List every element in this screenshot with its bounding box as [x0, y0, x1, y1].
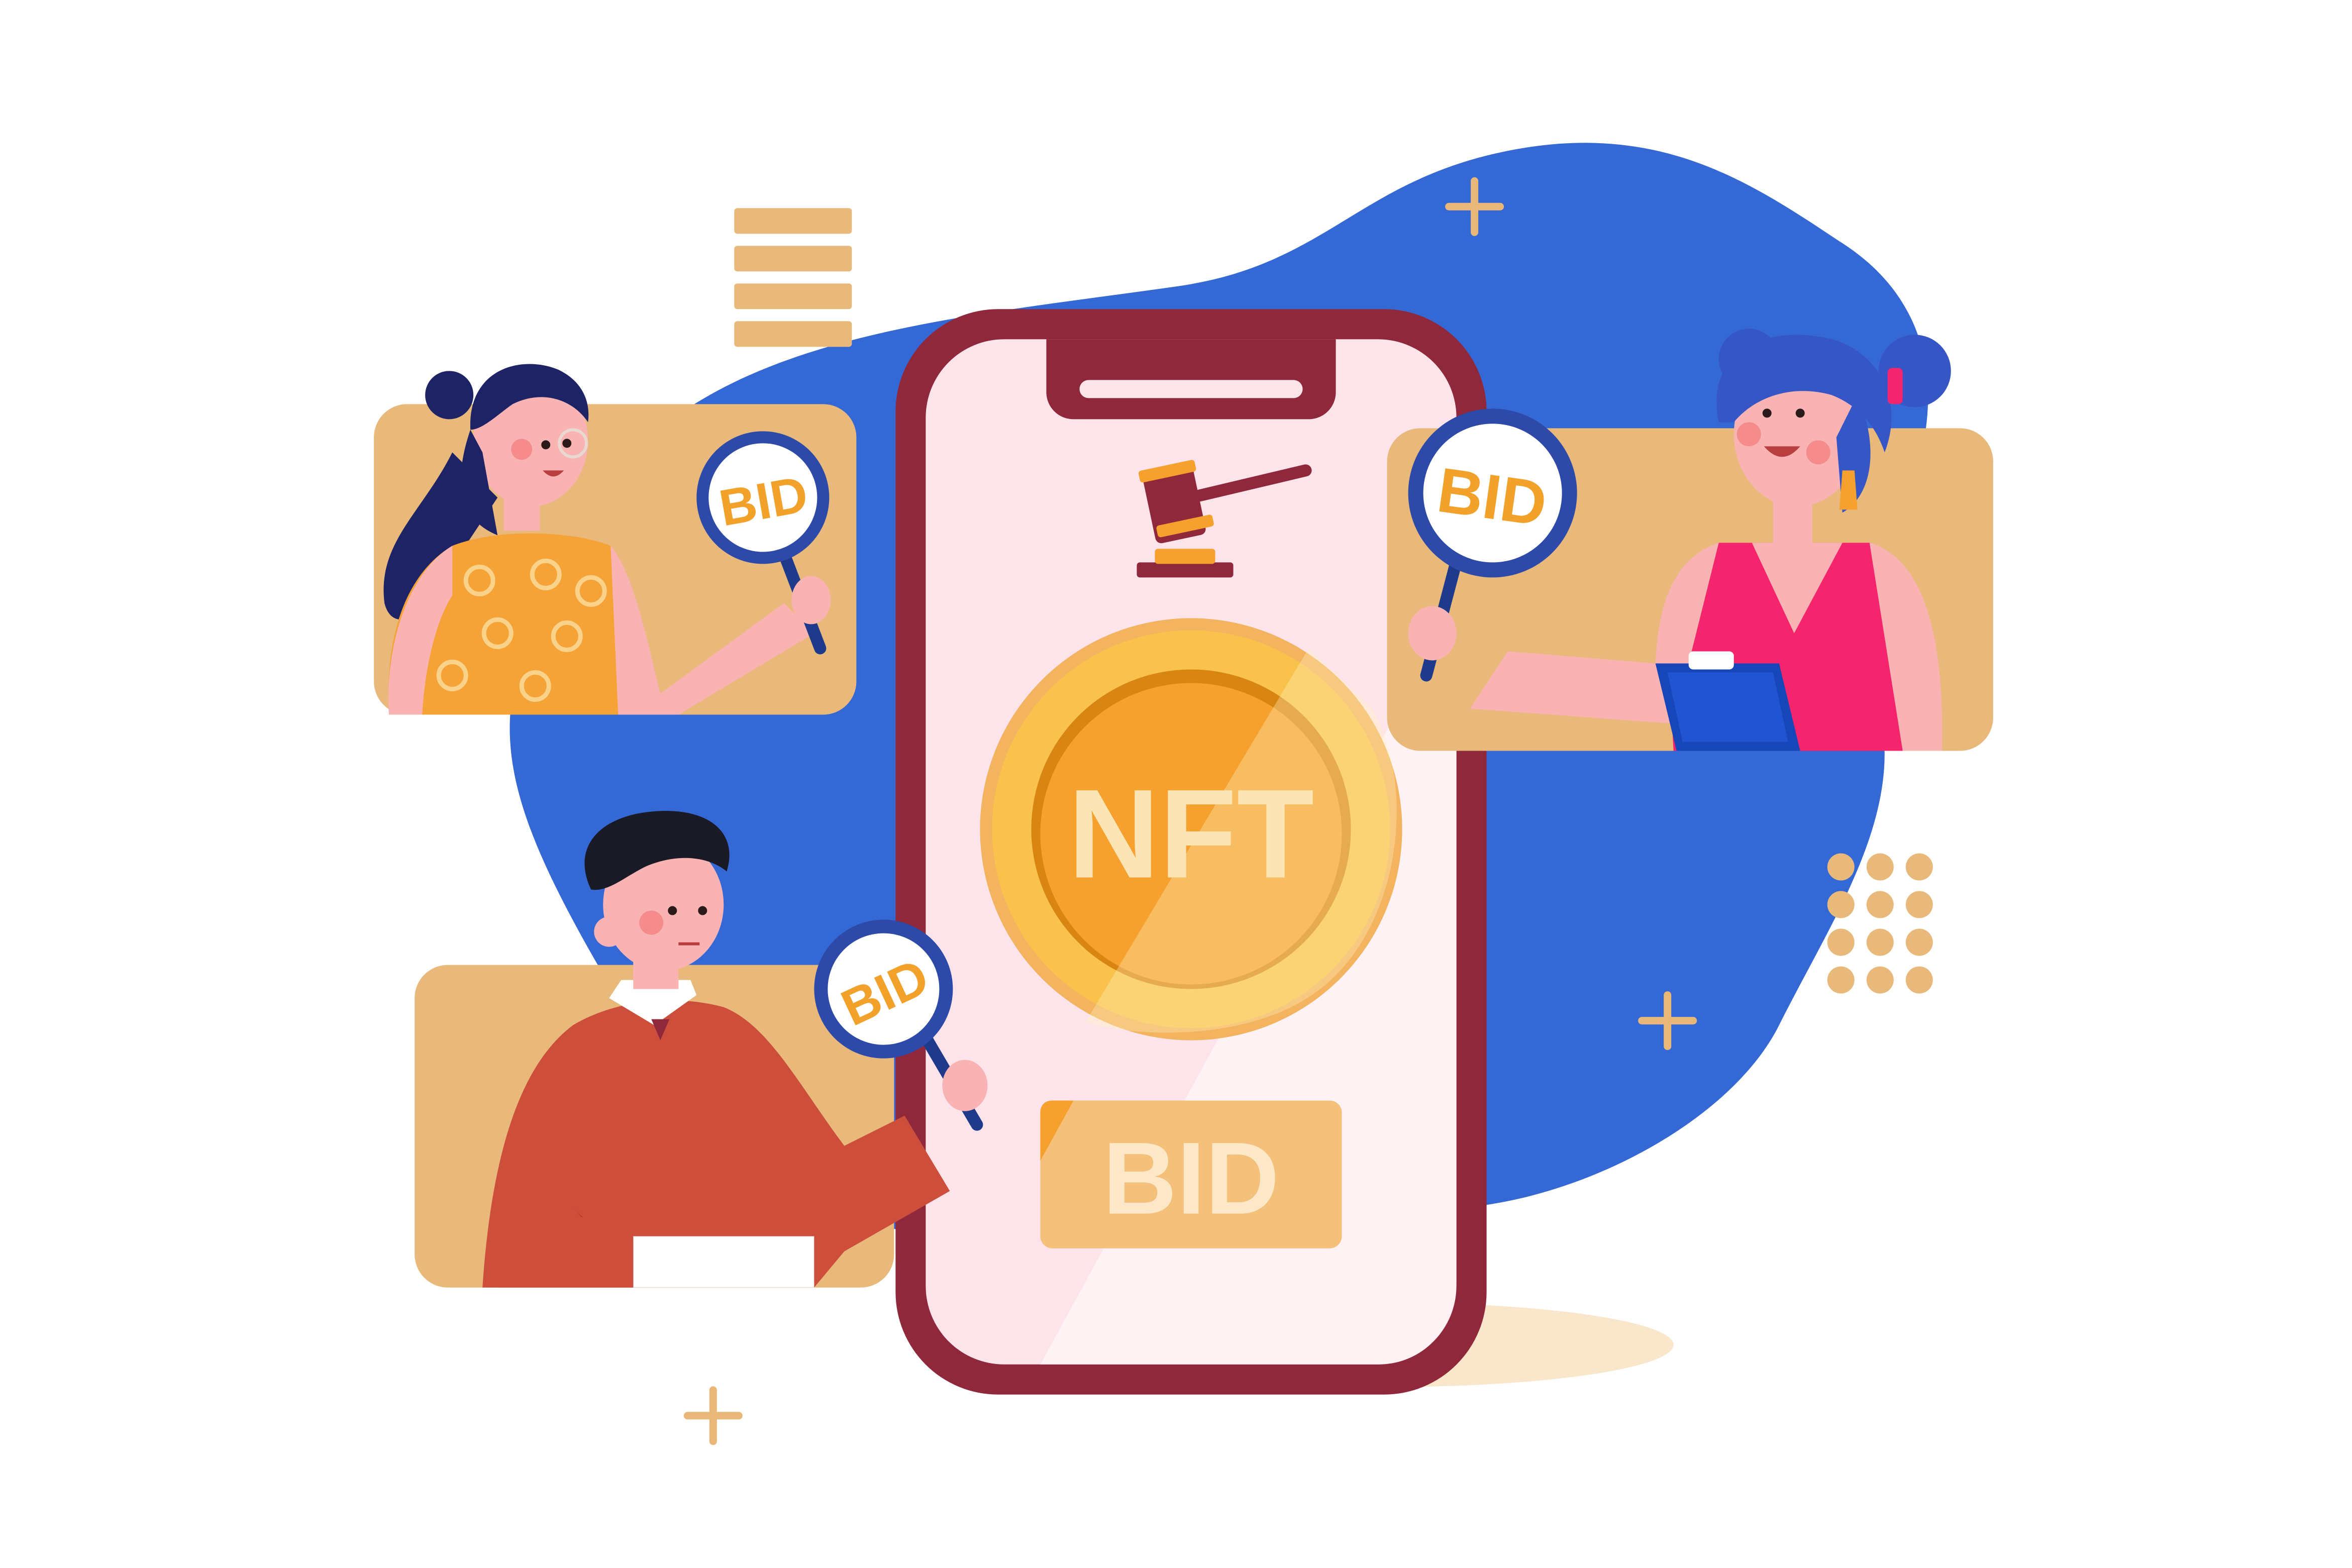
stripe-stack — [734, 208, 852, 347]
nft-auction-illustration: NFT BID BID BID BID — [374, 143, 1993, 1445]
coin-label: NFT — [1068, 764, 1314, 905]
phone-notch — [1046, 339, 1336, 420]
plus-icon — [683, 1386, 743, 1445]
paddle-label: BID — [1433, 454, 1551, 540]
nft-coin: NFT — [980, 618, 1402, 1040]
bidder-card-top-left: BID — [374, 364, 857, 715]
bid-button[interactable]: BID — [1040, 1100, 1342, 1248]
dot-grid — [1827, 853, 1933, 994]
clipboard-icon — [1655, 651, 1800, 751]
bid-button-label: BID — [1103, 1121, 1279, 1236]
